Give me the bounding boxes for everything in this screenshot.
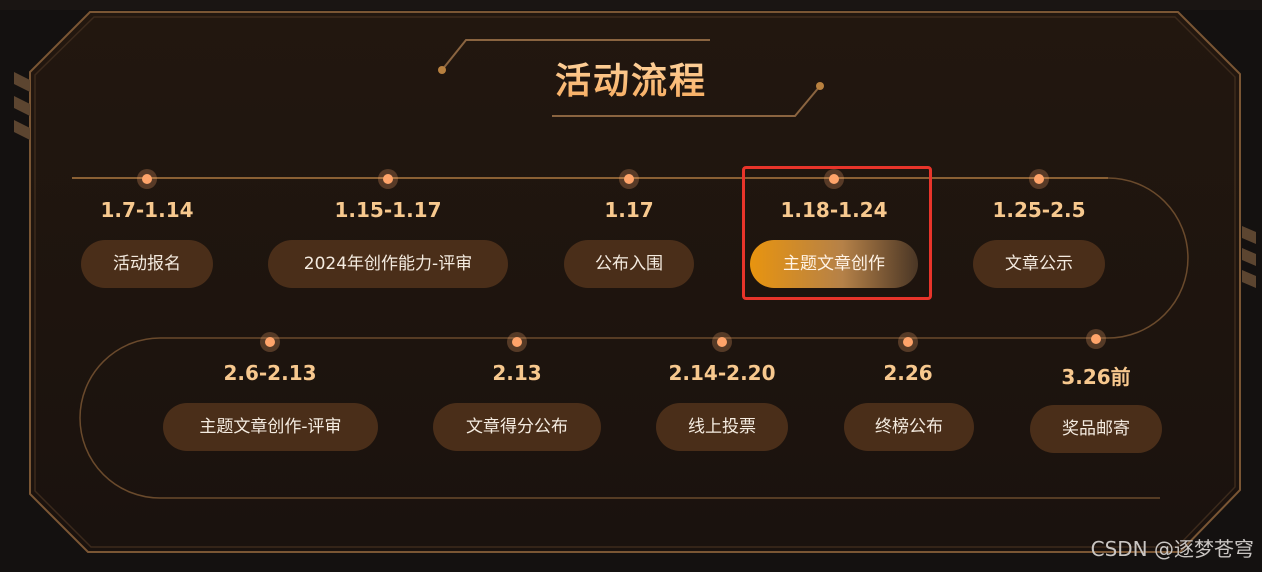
timeline-node — [712, 332, 732, 352]
step-article-display[interactable]: 文章公示 — [973, 240, 1105, 288]
page-title: 活动流程 — [0, 52, 1262, 104]
watermark: CSDN @逐梦苍穹 — [1090, 537, 1254, 561]
step-date: 1.7-1.14 — [100, 198, 194, 222]
step-announce-finalists[interactable]: 公布入围 — [564, 240, 694, 288]
timeline-node — [260, 332, 280, 352]
step-date: 3.26前 — [1061, 365, 1131, 389]
step-date: 2.14-2.20 — [668, 361, 776, 385]
step-date: 2.13 — [492, 361, 542, 385]
timeline-node — [1086, 329, 1106, 349]
step-ability-review[interactable]: 2024年创作能力-评审 — [268, 240, 508, 288]
right-ornament — [1242, 226, 1256, 288]
step-theme-review[interactable]: 主题文章创作-评审 — [163, 403, 378, 451]
step-date: 1.17 — [604, 198, 654, 222]
step-score-announce[interactable]: 文章得分公布 — [433, 403, 601, 451]
timeline-node — [137, 169, 157, 189]
timeline-node — [898, 332, 918, 352]
highlight-annotation — [742, 166, 932, 300]
timeline-node — [619, 169, 639, 189]
step-date: 2.26 — [883, 361, 933, 385]
timeline-node — [1029, 169, 1049, 189]
step-date: 2.6-2.13 — [223, 361, 317, 385]
step-online-vote[interactable]: 线上投票 — [656, 403, 788, 451]
timeline-node — [507, 332, 527, 352]
step-date: 1.25-2.5 — [992, 198, 1086, 222]
step-date: 1.15-1.17 — [334, 198, 442, 222]
step-prize-mailing[interactable]: 奖品邮寄 — [1030, 405, 1162, 453]
timeline-node — [378, 169, 398, 189]
step-activity-signup[interactable]: 活动报名 — [81, 240, 213, 288]
step-final-ranking[interactable]: 终榜公布 — [844, 403, 974, 451]
